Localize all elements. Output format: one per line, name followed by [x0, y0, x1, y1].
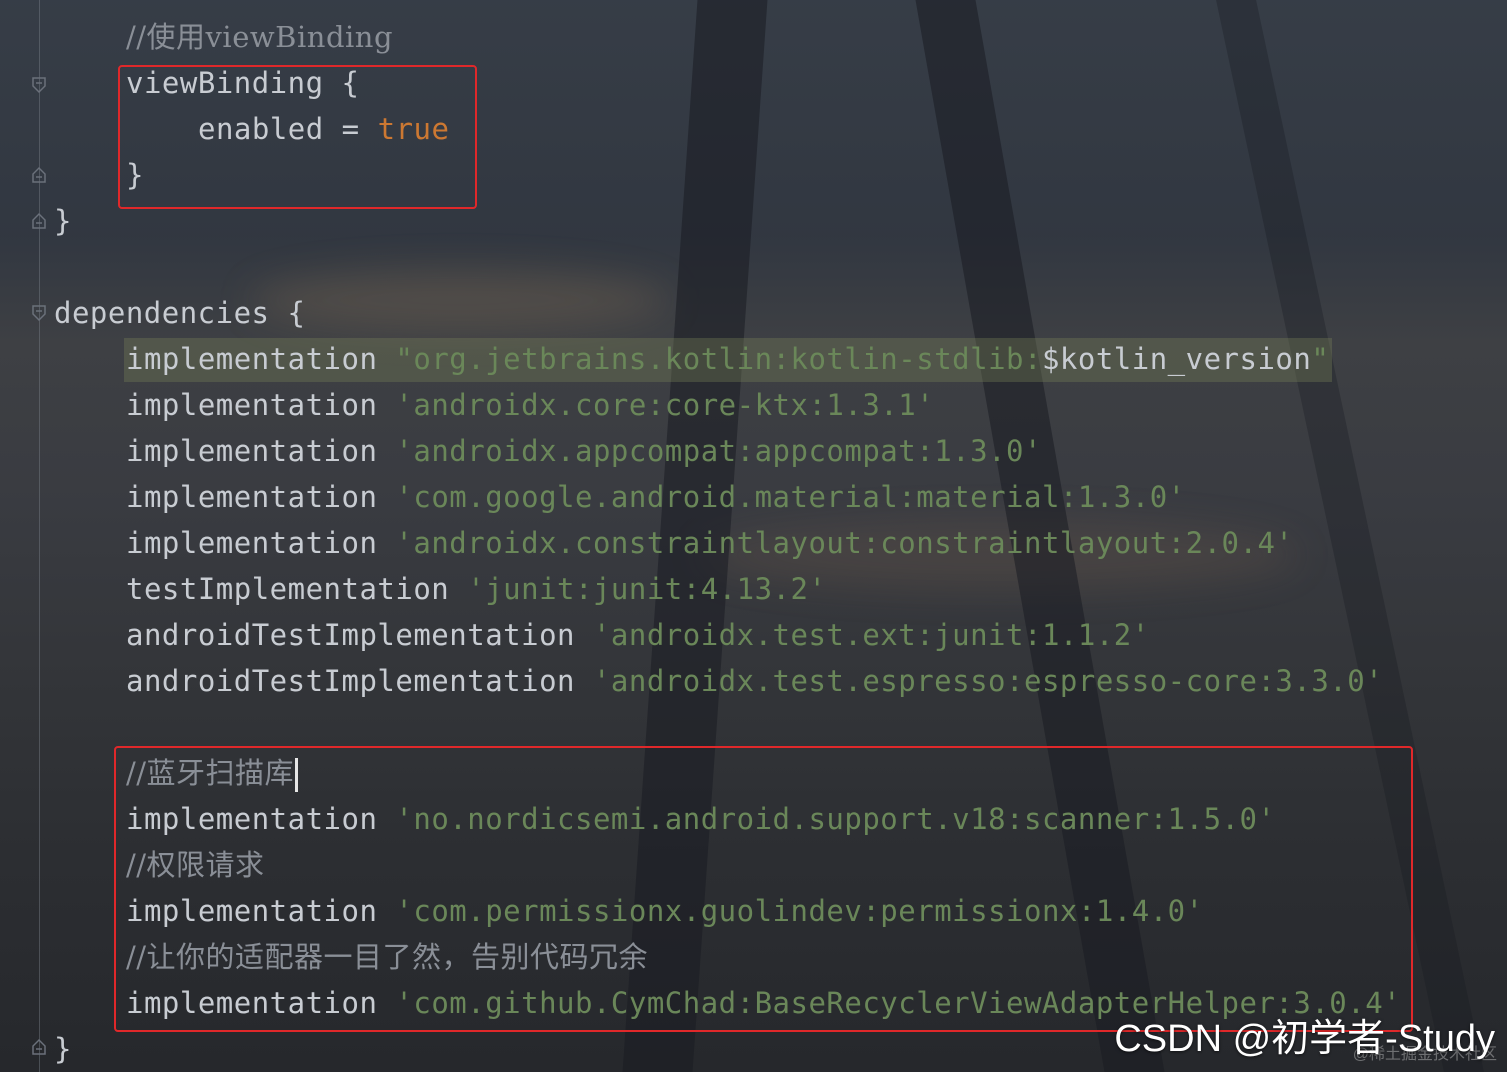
fold-end-icon[interactable]	[31, 1038, 47, 1056]
code-line[interactable]: implementation 'androidx.constraintlayou…	[126, 520, 1293, 566]
code-token: implementation	[126, 342, 396, 376]
code-line[interactable]: androidTestImplementation 'androidx.test…	[126, 612, 1150, 658]
code-line[interactable]: //使用viewBinding	[126, 14, 393, 60]
code-token: }	[54, 1032, 72, 1066]
code-line[interactable]: implementation 'androidx.core:core-ktx:1…	[126, 382, 934, 428]
code-string: 'junit:junit:4.13.2'	[467, 572, 827, 606]
gutter-line	[39, 0, 40, 1072]
fold-collapse-icon[interactable]	[31, 304, 47, 322]
code-string: 'androidx.core:core-ktx:1.3.1'	[395, 388, 935, 422]
annotation-box-dependencies	[114, 746, 1413, 1032]
code-string: 'com.google.android.material:material:1.…	[395, 480, 1186, 514]
code-string: 'androidx.constraintlayout:constraintlay…	[395, 526, 1294, 560]
annotation-box-viewbinding	[118, 65, 477, 209]
code-string: 'androidx.test.ext:junit:1.1.2'	[592, 618, 1150, 652]
code-comment: //使用viewBinding	[126, 20, 394, 54]
code-line[interactable]: dependencies {	[54, 290, 305, 336]
fold-collapse-icon[interactable]	[31, 76, 47, 94]
code-editor[interactable]: //使用viewBinding viewBinding {enabled = tr…	[0, 0, 1507, 1072]
code-token: implementation	[126, 434, 396, 468]
code-line[interactable]: }	[54, 1026, 72, 1072]
background-glow	[250, 270, 670, 330]
code-token: dependencies {	[54, 296, 306, 330]
code-string: 'androidx.test.espresso:espresso-core:3.…	[592, 664, 1384, 698]
code-string: 'androidx.appcompat:appcompat:1.3.0'	[395, 434, 1042, 468]
code-token: }	[54, 204, 72, 238]
code-string: "org.jetbrains.kotlin:kotlin-stdlib:	[395, 342, 1042, 376]
code-token: implementation	[126, 526, 396, 560]
code-token: $kotlin_version	[1041, 342, 1312, 376]
fold-end-icon[interactable]	[31, 166, 47, 184]
code-line[interactable]: implementation 'com.google.android.mater…	[126, 474, 1186, 520]
code-token: androidTestImplementation	[126, 664, 593, 698]
code-token: androidTestImplementation	[126, 618, 593, 652]
code-line[interactable]: testImplementation 'junit:junit:4.13.2'	[126, 566, 826, 612]
watermark: CSDN @初学者-Study	[1114, 1018, 1495, 1060]
code-line[interactable]: implementation "org.jetbrains.kotlin:kot…	[126, 336, 1329, 382]
code-line[interactable]: implementation 'androidx.appcompat:appco…	[126, 428, 1042, 474]
code-line[interactable]: }	[54, 198, 72, 244]
code-string: "	[1311, 342, 1330, 376]
code-line[interactable]: androidTestImplementation 'androidx.test…	[126, 658, 1383, 704]
code-token: implementation	[126, 388, 396, 422]
code-token: implementation	[126, 480, 396, 514]
fold-end-icon[interactable]	[31, 212, 47, 230]
code-token: testImplementation	[126, 572, 468, 606]
editor-gutter	[0, 0, 52, 1072]
